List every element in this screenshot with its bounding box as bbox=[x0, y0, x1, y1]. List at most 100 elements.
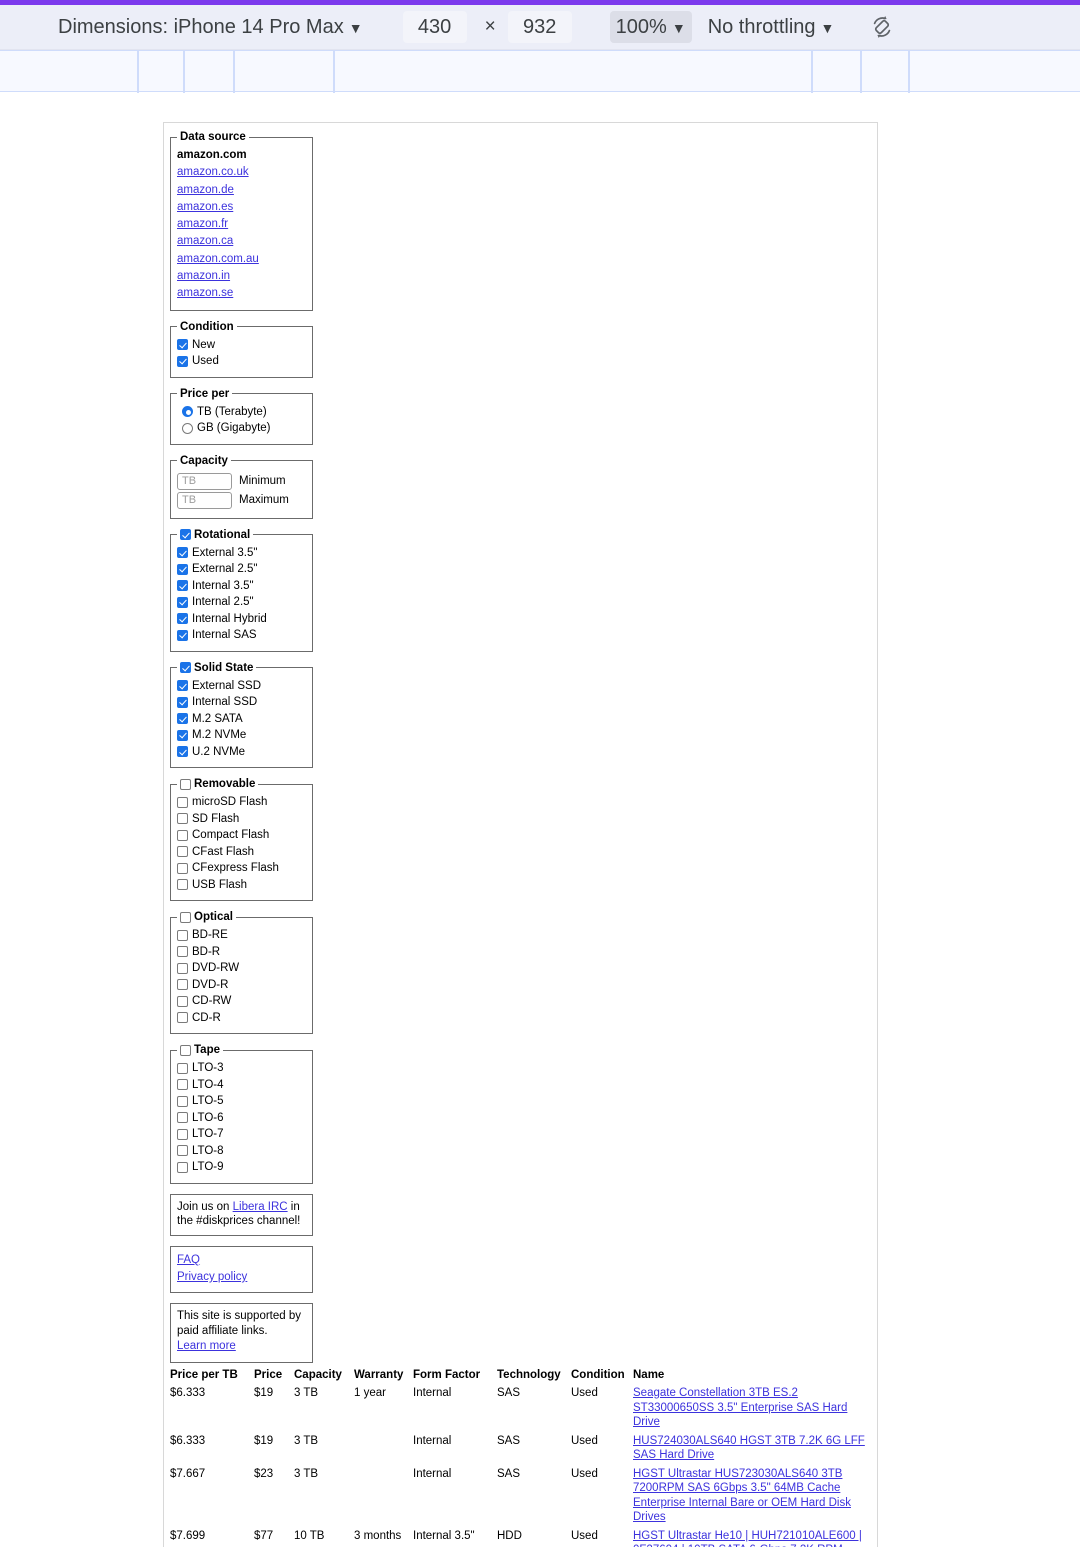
data-source-link[interactable]: amazon.com.au bbox=[177, 251, 306, 268]
panel-optical-legend[interactable]: Optical bbox=[177, 911, 236, 923]
filter-rotational-external-35[interactable]: External 3.5" bbox=[177, 545, 306, 562]
viewport-height-input[interactable]: 932 bbox=[507, 11, 572, 43]
rotate-device-button[interactable] bbox=[864, 10, 900, 44]
column-header-condition[interactable]: Condition bbox=[571, 1369, 633, 1384]
filter-tape-lto6[interactable]: LTO-6 bbox=[177, 1110, 306, 1127]
filter-removable-sd[interactable]: SD Flash bbox=[177, 811, 306, 828]
checkbox-icon[interactable] bbox=[177, 713, 188, 725]
filter-rotational-internal-hybrid[interactable]: Internal Hybrid bbox=[177, 611, 306, 628]
radio-icon[interactable] bbox=[182, 422, 193, 434]
filter-optical-bd-re[interactable]: BD-RE bbox=[177, 927, 306, 944]
panel-rotational-legend[interactable]: Rotational bbox=[177, 529, 253, 541]
checkbox-icon[interactable] bbox=[177, 1079, 188, 1091]
checkbox-icon[interactable] bbox=[177, 862, 188, 874]
column-header-name[interactable]: Name bbox=[633, 1369, 876, 1384]
panel-tape-legend[interactable]: Tape bbox=[177, 1044, 223, 1056]
product-link[interactable]: HGST Ultrastar He10 | HUH721010ALE600 | … bbox=[633, 1530, 862, 1547]
data-source-link[interactable]: amazon.ca bbox=[177, 233, 306, 250]
checkbox-icon[interactable] bbox=[177, 1012, 188, 1024]
filter-tape-lto5[interactable]: LTO-5 bbox=[177, 1093, 306, 1110]
filter-ssd-u2-nvme[interactable]: U.2 NVMe bbox=[177, 744, 306, 761]
checkbox-icon[interactable] bbox=[177, 596, 188, 608]
data-source-link[interactable]: amazon.fr bbox=[177, 216, 306, 233]
filter-removable-microsd[interactable]: microSD Flash bbox=[177, 794, 306, 811]
checkbox-icon[interactable] bbox=[177, 696, 188, 708]
checkbox-icon[interactable] bbox=[177, 339, 188, 351]
filter-price-per-gb[interactable]: GB (Gigabyte) bbox=[177, 420, 306, 437]
filter-optical-dvd-r[interactable]: DVD-R bbox=[177, 977, 306, 994]
checkbox-icon[interactable] bbox=[177, 613, 188, 625]
column-header-warranty[interactable]: Warranty bbox=[354, 1369, 413, 1384]
checkbox-icon[interactable] bbox=[177, 746, 188, 758]
column-header-price-per-tb[interactable]: Price per TB bbox=[170, 1369, 254, 1384]
filter-rotational-internal-35[interactable]: Internal 3.5" bbox=[177, 578, 306, 595]
filter-removable-cfexpress[interactable]: CFexpress Flash bbox=[177, 860, 306, 877]
faq-link[interactable]: FAQ bbox=[177, 1252, 306, 1269]
privacy-policy-link[interactable]: Privacy policy bbox=[177, 1269, 306, 1286]
checkbox-icon[interactable] bbox=[177, 580, 188, 592]
checkbox-icon[interactable] bbox=[177, 547, 188, 559]
product-link[interactable]: HGST Ultrastar HUS723030ALS640 3TB 7200R… bbox=[633, 1468, 851, 1524]
checkbox-icon[interactable] bbox=[177, 680, 188, 692]
checkbox-icon[interactable] bbox=[177, 979, 188, 991]
checkbox-icon[interactable] bbox=[177, 1161, 188, 1173]
checkbox-icon[interactable] bbox=[177, 563, 188, 575]
filter-tape-lto4[interactable]: LTO-4 bbox=[177, 1077, 306, 1094]
checkbox-icon[interactable] bbox=[177, 796, 188, 808]
capacity-maximum-input[interactable] bbox=[177, 491, 232, 509]
checkbox-icon[interactable] bbox=[177, 829, 188, 841]
filter-optical-bd-r[interactable]: BD-R bbox=[177, 944, 306, 961]
product-link[interactable]: HUS724030ALS640 HGST 3TB 7.2K 6G LFF SAS… bbox=[633, 1435, 865, 1462]
column-header-capacity[interactable]: Capacity bbox=[294, 1369, 354, 1384]
checkbox-icon[interactable] bbox=[177, 995, 188, 1007]
filter-condition-used[interactable]: Used bbox=[177, 353, 306, 370]
filter-tape-lto9[interactable]: LTO-9 bbox=[177, 1159, 306, 1176]
panel-removable-legend[interactable]: Removable bbox=[177, 778, 258, 790]
learn-more-link[interactable]: Learn more bbox=[177, 1338, 306, 1355]
filter-price-per-tb[interactable]: TB (Terabyte) bbox=[177, 404, 306, 421]
filter-ssd-external[interactable]: External SSD bbox=[177, 678, 306, 695]
checkbox-icon[interactable] bbox=[180, 662, 191, 674]
filter-rotational-external-25[interactable]: External 2.5" bbox=[177, 561, 306, 578]
filter-tape-lto8[interactable]: LTO-8 bbox=[177, 1143, 306, 1160]
filter-removable-cfast[interactable]: CFast Flash bbox=[177, 844, 306, 861]
filter-tape-lto3[interactable]: LTO-3 bbox=[177, 1060, 306, 1077]
checkbox-icon[interactable] bbox=[177, 846, 188, 858]
column-header-price[interactable]: Price bbox=[254, 1369, 294, 1384]
filter-rotational-internal-25[interactable]: Internal 2.5" bbox=[177, 594, 306, 611]
checkbox-icon[interactable] bbox=[177, 962, 188, 974]
viewport-width-input[interactable]: 430 bbox=[402, 11, 467, 43]
checkbox-icon[interactable] bbox=[177, 1145, 188, 1157]
libera-irc-link[interactable]: Libera IRC bbox=[233, 1201, 288, 1213]
checkbox-icon[interactable] bbox=[177, 1128, 188, 1140]
data-source-link[interactable]: amazon.in bbox=[177, 268, 306, 285]
filter-ssd-internal[interactable]: Internal SSD bbox=[177, 694, 306, 711]
data-source-link[interactable]: amazon.de bbox=[177, 182, 306, 199]
checkbox-icon[interactable] bbox=[177, 879, 188, 891]
device-dimensions-select[interactable]: Dimensions: iPhone 14 Pro Max ▼ bbox=[52, 11, 369, 43]
filter-ssd-m2-nvme[interactable]: M.2 NVMe bbox=[177, 727, 306, 744]
checkbox-icon[interactable] bbox=[180, 778, 191, 790]
filter-condition-new[interactable]: New bbox=[177, 337, 306, 354]
checkbox-icon[interactable] bbox=[177, 813, 188, 825]
checkbox-icon[interactable] bbox=[177, 1095, 188, 1107]
filter-ssd-m2-sata[interactable]: M.2 SATA bbox=[177, 711, 306, 728]
data-source-link[interactable]: amazon.co.uk bbox=[177, 164, 306, 181]
product-link[interactable]: Seagate Constellation 3TB ES.2 ST3300065… bbox=[633, 1387, 847, 1428]
checkbox-icon[interactable] bbox=[177, 629, 188, 641]
column-header-technology[interactable]: Technology bbox=[497, 1369, 571, 1384]
data-source-link[interactable]: amazon.se bbox=[177, 285, 306, 302]
data-source-link[interactable]: amazon.es bbox=[177, 199, 306, 216]
panel-solid-state-legend[interactable]: Solid State bbox=[177, 662, 256, 674]
checkbox-icon[interactable] bbox=[177, 929, 188, 941]
checkbox-icon[interactable] bbox=[177, 355, 188, 367]
filter-rotational-internal-sas[interactable]: Internal SAS bbox=[177, 627, 306, 644]
column-header-form-factor[interactable]: Form Factor bbox=[413, 1369, 497, 1384]
filter-tape-lto7[interactable]: LTO-7 bbox=[177, 1126, 306, 1143]
checkbox-icon[interactable] bbox=[177, 1062, 188, 1074]
filter-optical-cd-r[interactable]: CD-R bbox=[177, 1010, 306, 1027]
checkbox-icon[interactable] bbox=[177, 946, 188, 958]
checkbox-icon[interactable] bbox=[180, 1044, 191, 1056]
radio-icon[interactable] bbox=[182, 406, 193, 418]
capacity-minimum-input[interactable] bbox=[177, 472, 232, 490]
